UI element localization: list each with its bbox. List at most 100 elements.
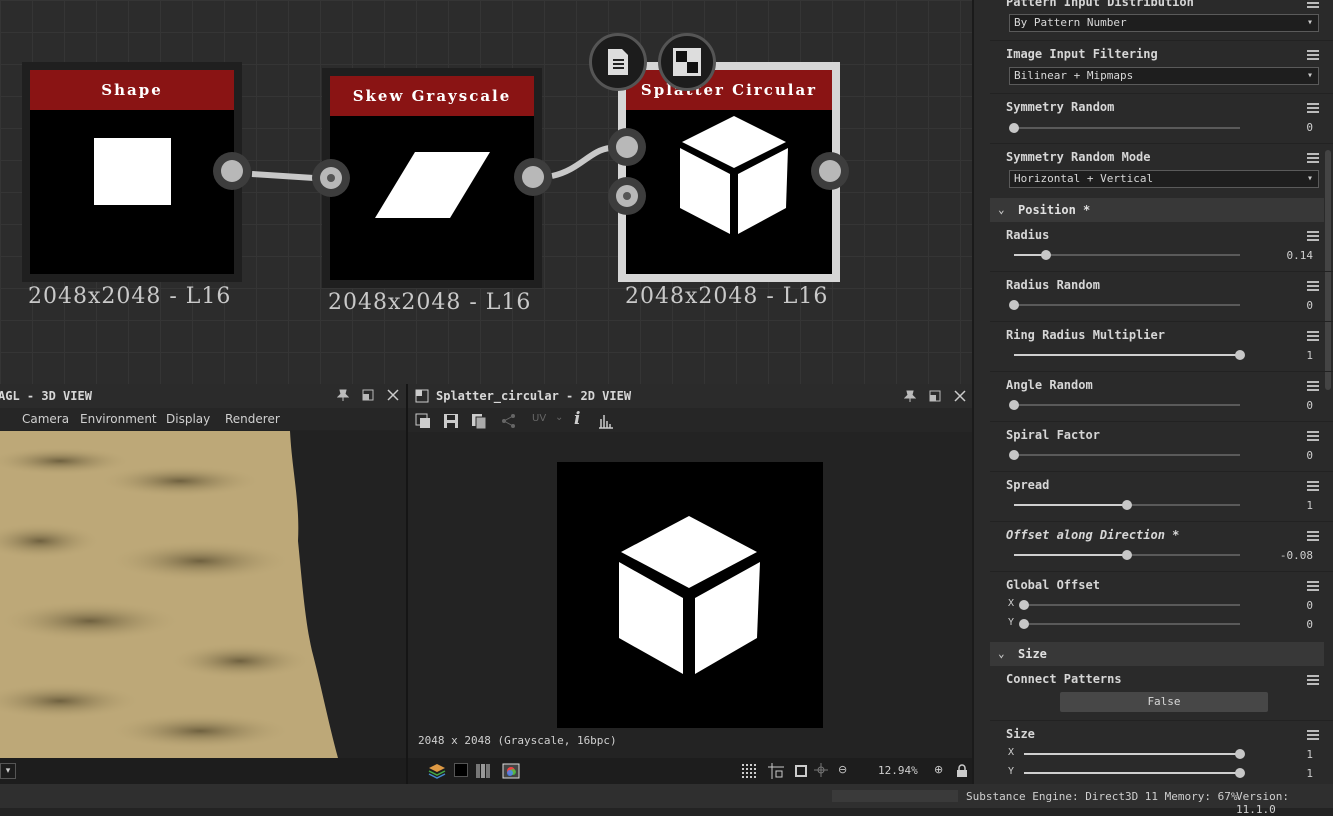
radius-random-slider[interactable] — [1009, 300, 1240, 310]
2d-view-panel[interactable]: Splatter_circular - 2D VIEW UV ⌄ i 2048 … — [406, 384, 972, 784]
lock-icon[interactable] — [956, 764, 968, 778]
3d-viewport[interactable] — [0, 431, 406, 758]
angle-random-value[interactable]: 0 — [1253, 399, 1313, 412]
pan-icon[interactable] — [814, 763, 828, 777]
image-input-filtering-dropdown[interactable]: Bilinear + Mipmaps — [1009, 67, 1319, 85]
version-label: Version: 11.1.0 — [1236, 790, 1289, 816]
channels-icon[interactable] — [475, 763, 491, 779]
param-menu-icon[interactable] — [1307, 381, 1319, 391]
size-y-slider[interactable] — [1024, 768, 1245, 778]
document-icon[interactable] — [589, 33, 647, 91]
histogram-icon[interactable] — [598, 413, 614, 429]
param-menu-icon[interactable] — [1307, 581, 1319, 591]
3d-view-panel[interactable]: AGL - 3D VIEW Camera Environment Display… — [0, 384, 406, 784]
pin-icon[interactable] — [904, 390, 916, 402]
spread-value[interactable]: 1 — [1253, 499, 1313, 512]
uv-dropdown: UV — [532, 413, 547, 424]
spiral-factor-value[interactable]: 0 — [1253, 449, 1313, 462]
radius-random-value[interactable]: 0 — [1253, 299, 1313, 312]
2d-canvas[interactable] — [557, 462, 823, 728]
param-menu-icon[interactable] — [1307, 50, 1319, 60]
divider — [990, 471, 1333, 472]
save-icon[interactable] — [443, 413, 459, 429]
new-window-icon[interactable] — [415, 413, 431, 429]
node-shape-output-port[interactable] — [213, 152, 251, 190]
node-shape[interactable]: Shape — [22, 62, 242, 282]
param-menu-icon[interactable] — [1307, 153, 1319, 163]
fit-icon[interactable] — [794, 764, 808, 778]
param-menu-icon[interactable] — [1307, 103, 1319, 113]
radius-value[interactable]: 0.14 — [1253, 249, 1314, 262]
connect-patterns-toggle[interactable]: False — [1060, 692, 1268, 712]
spread-slider[interactable] — [1014, 500, 1240, 510]
ring-radius-multiplier-label: Ring Radius Multiplier — [1006, 328, 1165, 342]
node-splatter-circular[interactable]: Splatter Circular — [618, 62, 840, 282]
position-section-header[interactable]: ⌄ Position * — [990, 198, 1324, 222]
pattern-input-distribution-dropdown[interactable]: By Pattern Number — [1009, 14, 1319, 32]
ring-radius-multiplier-value[interactable]: 1 — [1253, 349, 1313, 362]
node-skew-output-port[interactable] — [514, 158, 552, 196]
properties-panel[interactable]: Pattern Input Distribution By Pattern Nu… — [972, 0, 1333, 784]
size-y-value[interactable]: 1 — [1253, 767, 1313, 780]
global-offset-x-slider[interactable] — [1019, 600, 1240, 610]
node-splatter-input-port-1[interactable] — [608, 128, 646, 166]
param-menu-icon[interactable] — [1307, 281, 1319, 291]
symmetry-random-value[interactable]: 0 — [1253, 121, 1313, 134]
offset-along-direction-slider[interactable] — [1014, 550, 1240, 560]
param-menu-icon[interactable] — [1307, 0, 1319, 8]
node-skew-input-port[interactable] — [312, 159, 350, 197]
ring-radius-multiplier-slider[interactable] — [1014, 350, 1245, 360]
param-menu-icon[interactable] — [1307, 730, 1319, 740]
close-icon[interactable] — [954, 390, 966, 402]
param-menu-icon[interactable] — [1307, 431, 1319, 441]
offset-along-direction-value[interactable]: -0.08 — [1253, 549, 1313, 562]
angle-random-label: Angle Random — [1006, 378, 1093, 392]
layers-icon[interactable] — [428, 762, 446, 780]
node-splatter-output-port[interactable] — [811, 152, 849, 190]
global-offset-x-value[interactable]: 0 — [1253, 599, 1313, 612]
maximize-icon[interactable] — [929, 390, 941, 402]
node-graph[interactable]: Shape 2048x2048 - L16 Skew Grayscale 204… — [0, 0, 972, 384]
menu-display[interactable]: Display — [166, 412, 210, 426]
menu-camera[interactable]: Camera — [22, 412, 69, 426]
node-splatter-resolution: 2048x2048 - L16 — [625, 284, 829, 309]
radius-slider[interactable] — [1014, 250, 1240, 260]
copy-icon[interactable] — [471, 413, 487, 429]
splatter-preview-image — [619, 516, 760, 674]
close-icon[interactable] — [386, 389, 400, 403]
size-x-slider[interactable] — [1024, 749, 1245, 759]
3d-view-menubar: Camera Environment Display Renderer — [0, 408, 406, 430]
symmetry-random-mode-dropdown[interactable]: Horizontal + Vertical — [1009, 170, 1319, 188]
symmetry-random-slider[interactable] — [1009, 123, 1240, 133]
menu-renderer[interactable]: Renderer — [225, 412, 280, 426]
param-menu-icon[interactable] — [1307, 231, 1319, 241]
zoom-in-icon[interactable]: ⊕ — [934, 763, 943, 776]
color-view-icon[interactable] — [502, 762, 520, 780]
node-splatter-input-port-2[interactable] — [608, 177, 646, 215]
size-section-header[interactable]: ⌄ Size — [990, 642, 1324, 666]
size-x-value[interactable]: 1 — [1253, 748, 1313, 761]
maximize-icon[interactable] — [361, 389, 375, 403]
black-swatch[interactable] — [454, 763, 468, 777]
angle-random-slider[interactable] — [1009, 400, 1240, 410]
engine-status: Substance Engine: Direct3D 11 Memory: 67… — [966, 790, 1238, 803]
zoom-out-icon[interactable]: ⊖ — [838, 763, 847, 776]
checker-icon[interactable] — [658, 33, 716, 91]
pin-icon[interactable] — [336, 389, 350, 403]
info-icon[interactable]: i — [574, 409, 580, 429]
spiral-factor-slider[interactable] — [1009, 450, 1240, 460]
param-menu-icon[interactable] — [1307, 481, 1319, 491]
param-menu-icon[interactable] — [1307, 531, 1319, 541]
menu-environment[interactable]: Environment — [80, 412, 157, 426]
node-shape-resolution: 2048x2048 - L16 — [28, 284, 232, 309]
global-offset-y-slider[interactable] — [1019, 619, 1240, 629]
grid-icon[interactable] — [742, 764, 756, 778]
param-menu-icon[interactable] — [1307, 675, 1319, 685]
param-menu-icon[interactable] — [1307, 331, 1319, 341]
global-offset-y-value[interactable]: 0 — [1253, 618, 1313, 631]
properties-scrollbar[interactable] — [1325, 150, 1331, 390]
zoom-value[interactable]: 12.94% — [878, 764, 918, 777]
transform-icon[interactable] — [768, 763, 784, 779]
3d-view-dropdown[interactable]: ▾ — [0, 763, 16, 779]
node-skew-grayscale[interactable]: Skew Grayscale — [322, 68, 542, 288]
